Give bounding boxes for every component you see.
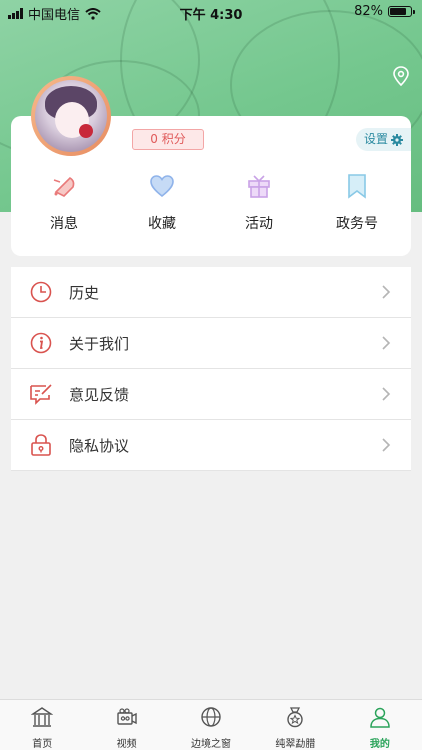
quick-action-label: 政务号: [336, 216, 378, 232]
quick-action-gov-account[interactable]: 政务号: [307, 172, 407, 233]
tab-label: 边境之窗: [191, 739, 232, 750]
menu-item-label: 隐私协议: [69, 436, 130, 455]
location-icon[interactable]: [392, 66, 410, 86]
settings-label: 设置: [363, 132, 388, 146]
feedback-icon: [30, 384, 52, 405]
globe-icon: [201, 707, 221, 727]
menu-item-label: 关于我们: [69, 334, 130, 353]
lock-icon: [31, 434, 51, 456]
chevron-right-icon: [382, 285, 391, 299]
home-icon: [30, 707, 54, 727]
tab-home[interactable]: 首页: [0, 700, 84, 750]
quick-action-message[interactable]: 消息: [14, 172, 114, 233]
chevron-right-icon: [382, 387, 391, 401]
tab-label: 首页: [32, 739, 53, 750]
user-icon: [370, 707, 390, 728]
tab-mine[interactable]: 我的: [338, 700, 422, 750]
heart-icon: [150, 175, 174, 198]
settings-menu: 历史 关于我们 意见反馈 隐私协议: [11, 267, 411, 471]
tab-bar: 首页 视频 边境之窗 纯翠勐腊 我的: [0, 699, 422, 750]
points-badge[interactable]: 0 积分: [132, 129, 204, 150]
tab-border-window[interactable]: 边境之窗: [169, 700, 253, 750]
quick-action-label: 收藏: [148, 216, 176, 232]
chevron-right-icon: [382, 438, 391, 452]
quick-action-favorites[interactable]: 收藏: [112, 172, 212, 233]
tab-label: 我的: [369, 739, 390, 750]
tab-video[interactable]: 视频: [84, 700, 168, 750]
gift-icon: [248, 175, 270, 198]
tab-label: 视频: [116, 739, 137, 750]
menu-item-privacy[interactable]: 隐私协议: [11, 420, 411, 471]
chevron-right-icon: [382, 336, 391, 350]
tab-label: 纯翠勐腊: [275, 739, 316, 750]
menu-item-label: 历史: [69, 283, 100, 302]
video-icon: [116, 708, 137, 725]
menu-item-about[interactable]: 关于我们: [11, 318, 411, 369]
bookmark-icon: [348, 174, 366, 199]
status-bar: 中国电信 下午 4:30 82%: [0, 0, 422, 24]
battery-percent: 82%: [354, 4, 383, 19]
message-icon: [53, 176, 75, 197]
info-icon: [30, 332, 52, 354]
quick-action-activity[interactable]: 活动: [209, 172, 309, 233]
battery-icon: [388, 6, 415, 17]
quick-action-label: 消息: [50, 216, 78, 232]
menu-item-feedback[interactable]: 意见反馈: [11, 369, 411, 420]
gear-icon: [391, 133, 403, 146]
menu-item-label: 意见反馈: [69, 385, 130, 404]
avatar[interactable]: [31, 76, 111, 156]
menu-item-history[interactable]: 历史: [11, 267, 411, 318]
tab-menglai[interactable]: 纯翠勐腊: [253, 700, 337, 750]
settings-button[interactable]: 设置: [355, 128, 411, 151]
quick-action-label: 活动: [245, 216, 273, 232]
badge-icon: [287, 707, 304, 728]
clock-icon: [30, 281, 52, 303]
